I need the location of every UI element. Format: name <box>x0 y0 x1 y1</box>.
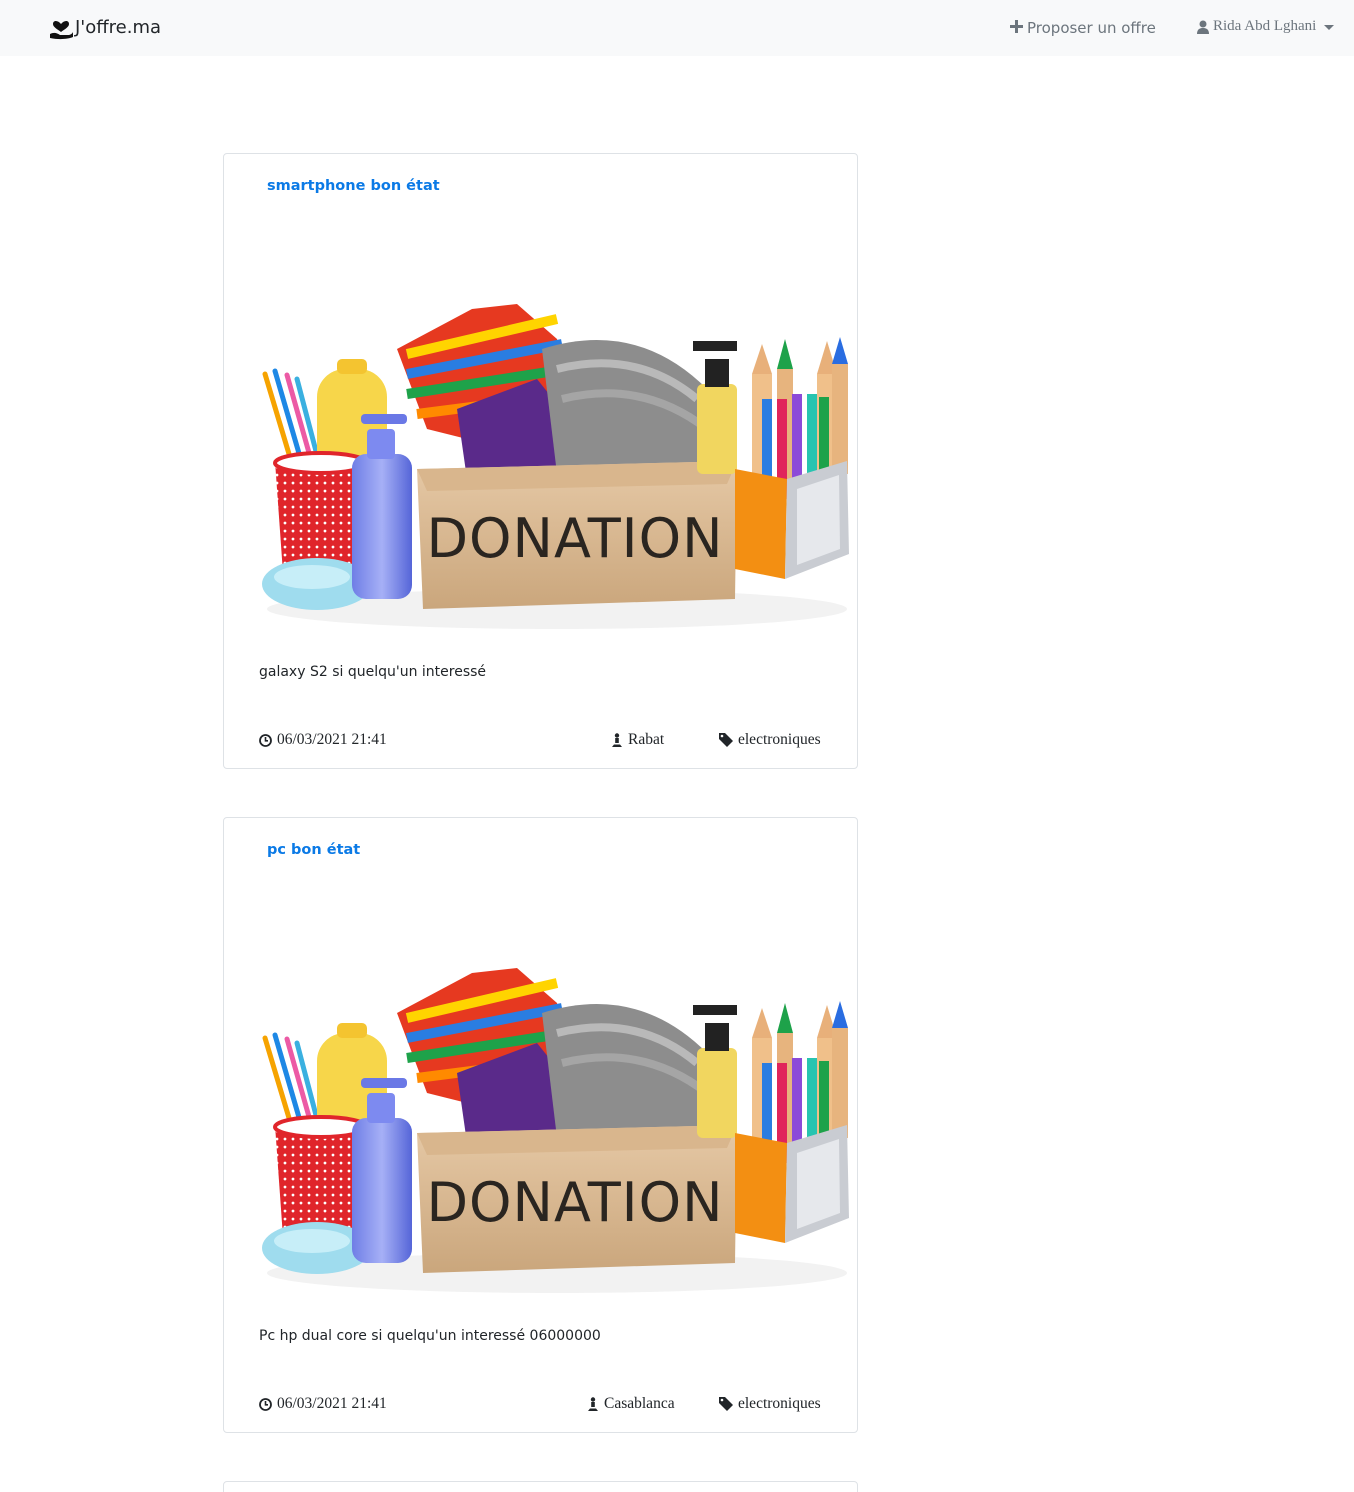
offer-category-text: electroniques <box>738 1395 821 1412</box>
offer-card: smartphone bon état galaxy S2 si quelqu'… <box>223 153 858 769</box>
offer-category: electroniques <box>719 731 821 749</box>
plus-icon <box>1010 18 1023 37</box>
location-pin-icon <box>588 1396 598 1411</box>
offer-image <box>257 943 857 1305</box>
location-pin-icon <box>612 732 622 747</box>
tag-icon <box>719 1397 733 1411</box>
user-name: Rida Abd Lghani <box>1213 18 1317 34</box>
offer-description: galaxy S2 si quelqu'un interessé <box>259 664 487 680</box>
user-icon <box>1197 20 1209 34</box>
offer-date-text: 06/03/2021 21:41 <box>277 731 387 748</box>
offer-card <box>223 1481 858 1492</box>
offer-date: 06/03/2021 21:41 <box>259 1395 387 1413</box>
propose-offer-label: Proposer un offre <box>1027 18 1156 37</box>
offer-date: 06/03/2021 21:41 <box>259 731 387 749</box>
offer-title-link[interactable]: pc bon état <box>267 842 360 858</box>
offer-location: Casablanca <box>587 1395 675 1413</box>
offer-location: Rabat <box>611 731 664 749</box>
offer-date-text: 06/03/2021 21:41 <box>277 1395 387 1412</box>
clock-icon <box>259 733 272 747</box>
chevron-down-icon <box>1324 24 1335 30</box>
offer-category: electroniques <box>719 1395 821 1413</box>
brand-link[interactable]: J'offre.ma <box>48 13 161 41</box>
propose-offer-link[interactable]: Proposer un offre <box>1010 18 1156 37</box>
hand-heart-icon <box>48 14 74 40</box>
offer-description: Pc hp dual core si quelqu'un interessé 0… <box>259 1328 601 1344</box>
clock-icon <box>259 1397 272 1411</box>
offer-card: pc bon état Pc hp dual core si quelqu'un… <box>223 817 858 1433</box>
offer-category-text: electroniques <box>738 731 821 748</box>
brand-name: J'offre.ma <box>75 16 162 38</box>
offer-city: Rabat <box>628 731 665 748</box>
offer-city: Casablanca <box>604 1395 675 1412</box>
user-menu-toggle[interactable]: Rida Abd Lghani <box>1197 18 1335 35</box>
top-navbar: J'offre.ma Proposer un offre Rida Abd Lg… <box>0 0 1354 56</box>
offer-title-link[interactable]: smartphone bon état <box>267 178 440 194</box>
offer-image <box>257 279 857 641</box>
tag-icon <box>719 733 733 747</box>
